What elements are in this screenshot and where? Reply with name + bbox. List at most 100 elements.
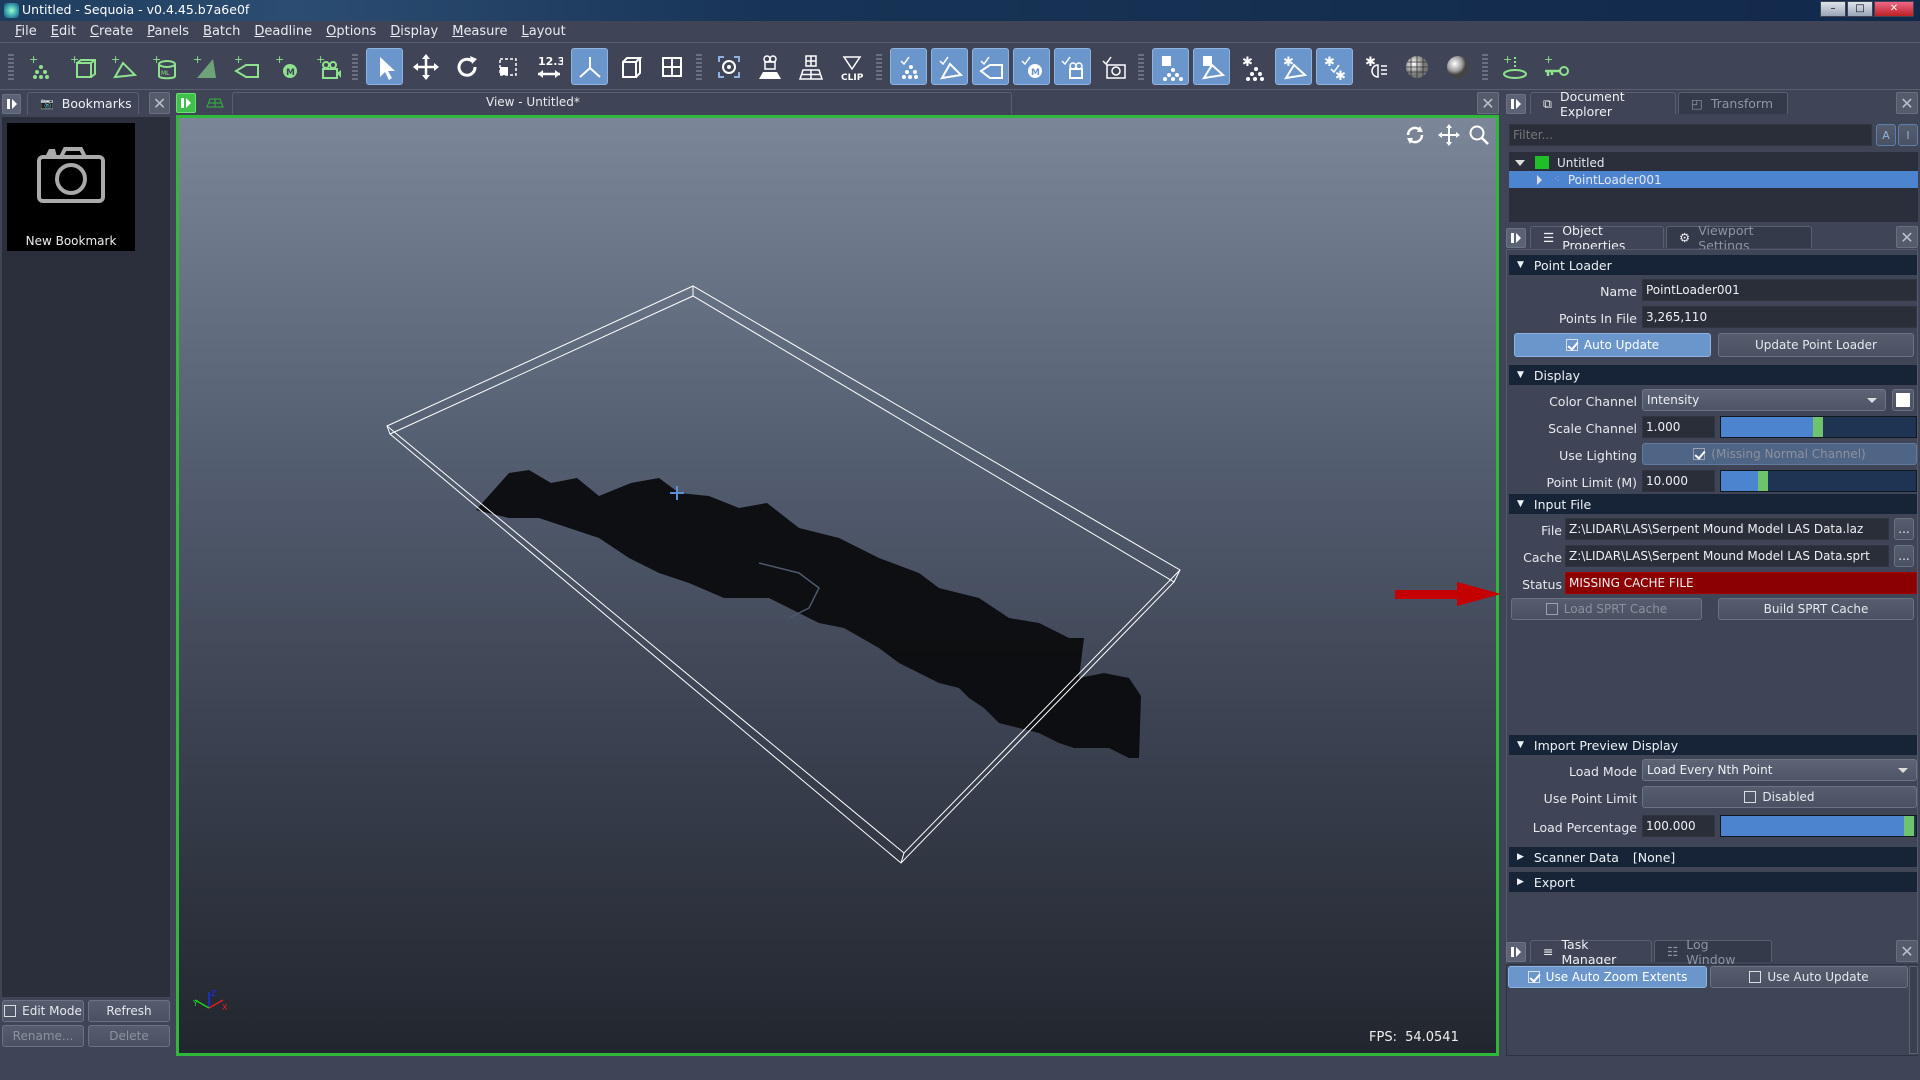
tree-item-untitled[interactable]: Untitled <box>1509 154 1918 171</box>
zoom-extents-button[interactable] <box>710 48 747 85</box>
use-lighting-toggle[interactable]: (Missing Normal Channel) <box>1642 443 1917 465</box>
load-percentage-slider[interactable] <box>1720 815 1917 837</box>
load-sprt-cache-toggle[interactable]: Load SPRT Cache <box>1511 598 1702 620</box>
pan-icon[interactable] <box>1438 124 1460 146</box>
menu-display[interactable]: Display <box>383 24 445 39</box>
close-panel-button[interactable]: ✕ <box>1896 92 1918 114</box>
slider-handle[interactable] <box>1904 816 1914 836</box>
filter-input[interactable] <box>1509 124 1872 146</box>
color-channel-dropdown[interactable]: Intensity <box>1642 389 1886 411</box>
viewport-dock-button[interactable] <box>176 93 196 113</box>
lock-meshes-button[interactable] <box>1193 48 1230 85</box>
edit-mode-toggle[interactable]: Edit Mode <box>2 1000 84 1022</box>
cube-view-button[interactable] <box>612 48 649 85</box>
show-images-button[interactable] <box>1095 48 1132 85</box>
show-cameras-button[interactable] <box>1054 48 1091 85</box>
color-swatch-button[interactable] <box>1892 389 1914 411</box>
filter-by-name-button[interactable]: A <box>1876 124 1896 146</box>
grid-plane-button[interactable] <box>792 48 829 85</box>
toolbar-grip[interactable] <box>352 53 358 80</box>
move-button[interactable] <box>407 48 444 85</box>
rotate-button[interactable] <box>448 48 485 85</box>
refresh-button[interactable]: Refresh <box>88 1000 170 1022</box>
dock-toggle-button[interactable] <box>1506 942 1526 962</box>
section-point-loader[interactable]: ▼ Point Loader <box>1509 255 1917 275</box>
create-ml-loader-button[interactable]: + ML <box>145 48 182 85</box>
tab-task-manager[interactable]: ≡ Task Manager <box>1530 937 1652 967</box>
close-window-button[interactable]: ✕ <box>1874 1 1914 17</box>
auto-update-checkbox[interactable] <box>1565 339 1578 351</box>
scale-button[interactable] <box>489 48 526 85</box>
create-mesh-loader-button[interactable]: + <box>63 48 100 85</box>
expand-arrow-icon[interactable] <box>1515 159 1525 166</box>
use-auto-update-toggle[interactable]: Use Auto Update <box>1710 966 1908 988</box>
task-manager-scrollbar[interactable] <box>1909 966 1918 1054</box>
create-measure-button[interactable]: + M <box>268 48 305 85</box>
browse-file-button[interactable]: ... <box>1894 518 1914 540</box>
section-export[interactable]: ▶ Export <box>1509 872 1917 892</box>
menu-edit[interactable]: Edit <box>44 24 83 39</box>
slider-handle[interactable] <box>1757 471 1768 491</box>
close-panel-button[interactable]: ✕ <box>149 92 170 114</box>
show-frustums-button[interactable] <box>972 48 1009 85</box>
toolbar-grip[interactable] <box>876 53 882 80</box>
delete-button[interactable]: Delete <box>88 1025 170 1047</box>
tab-transform[interactable]: ◰ Transform <box>1678 92 1788 114</box>
scene-canvas[interactable] <box>179 118 1496 1053</box>
toolbar-grip[interactable] <box>696 53 702 80</box>
show-meshes-button[interactable] <box>931 48 968 85</box>
collapse-arrow-icon[interactable] <box>1537 174 1542 185</box>
section-import-preview[interactable]: ▼ Import Preview Display <box>1509 735 1917 755</box>
create-mesher-button[interactable]: + <box>104 48 141 85</box>
name-field[interactable]: PointLoader001 <box>1642 279 1917 301</box>
menu-options[interactable]: Options <box>319 24 383 39</box>
load-sprt-cache-checkbox[interactable] <box>1545 603 1558 615</box>
shaded-sphere-button[interactable] <box>1439 48 1476 85</box>
scale-channel-slider[interactable] <box>1720 416 1917 438</box>
create-point-loader-button[interactable]: + <box>22 48 59 85</box>
toolbar-grip[interactable] <box>8 53 14 80</box>
show-measures-button[interactable]: M <box>1013 48 1050 85</box>
3d-viewport[interactable]: Z X Y FPS: 54.0541 <box>176 115 1499 1056</box>
tab-object-properties[interactable]: ☰ Object Properties <box>1530 223 1664 253</box>
point-limit-slider[interactable] <box>1720 470 1917 492</box>
menu-create[interactable]: Create <box>83 24 140 39</box>
lock-points-button[interactable] <box>1152 48 1189 85</box>
light-all-button[interactable]: ✱ ✱ <box>1316 48 1353 85</box>
build-sprt-cache-button[interactable]: Build SPRT Cache <box>1718 598 1914 620</box>
load-mode-dropdown[interactable]: Load Every Nth Point <box>1642 759 1917 781</box>
cache-path-field[interactable]: Z:\LIDAR\LAS\Serpent Mound Model LAS Dat… <box>1565 545 1889 567</box>
menu-layout[interactable]: Layout <box>514 24 572 39</box>
auto-zoom-extents-toggle[interactable]: Use Auto Zoom Extents <box>1508 966 1707 988</box>
filter-by-type-button[interactable]: I <box>1898 124 1918 146</box>
dock-toggle-button[interactable] <box>1506 228 1526 248</box>
create-camera-button[interactable]: + <box>309 48 346 85</box>
edit-mode-checkbox[interactable] <box>4 1005 17 1017</box>
tab-document-explorer[interactable]: ⧉ Document Explorer <box>1530 89 1676 119</box>
bookmark-item[interactable]: New Bookmark <box>7 123 135 251</box>
camera-ground-button[interactable] <box>751 48 788 85</box>
light-meshes-button[interactable]: ✱ <box>1275 48 1312 85</box>
quad-view-button[interactable] <box>653 48 690 85</box>
tab-log-window[interactable]: ☷ Log Window <box>1654 937 1772 967</box>
minimize-button[interactable]: – <box>1820 1 1846 17</box>
toolbar-grip[interactable] <box>1138 53 1144 80</box>
dock-toggle-button[interactable] <box>2 94 22 114</box>
light-points-button[interactable]: ✱ <box>1234 48 1271 85</box>
menu-panels[interactable]: Panels <box>140 24 196 39</box>
use-point-limit-toggle[interactable]: Disabled <box>1642 786 1917 808</box>
section-scanner-data[interactable]: ▶ Scanner Data [None] <box>1509 847 1917 867</box>
close-viewport-button[interactable]: ✕ <box>1477 92 1499 114</box>
auto-update-toggle[interactable]: Auto Update <box>1514 333 1711 357</box>
use-auto-update-checkbox[interactable] <box>1749 971 1762 983</box>
menu-deadline[interactable]: Deadline <box>247 24 319 39</box>
file-path-field[interactable]: Z:\LIDAR\LAS\Serpent Mound Model LAS Dat… <box>1565 518 1889 540</box>
section-display[interactable]: ▼ Display <box>1509 365 1917 385</box>
dock-toggle-button[interactable] <box>1506 94 1526 114</box>
use-point-limit-checkbox[interactable] <box>1744 791 1757 803</box>
section-input-file[interactable]: ▼ Input File <box>1509 494 1917 514</box>
maximize-button[interactable]: □ <box>1847 1 1873 17</box>
menu-measure[interactable]: Measure <box>445 24 514 39</box>
browse-cache-button[interactable]: ... <box>1894 545 1914 567</box>
use-lighting-checkbox[interactable] <box>1693 448 1706 460</box>
